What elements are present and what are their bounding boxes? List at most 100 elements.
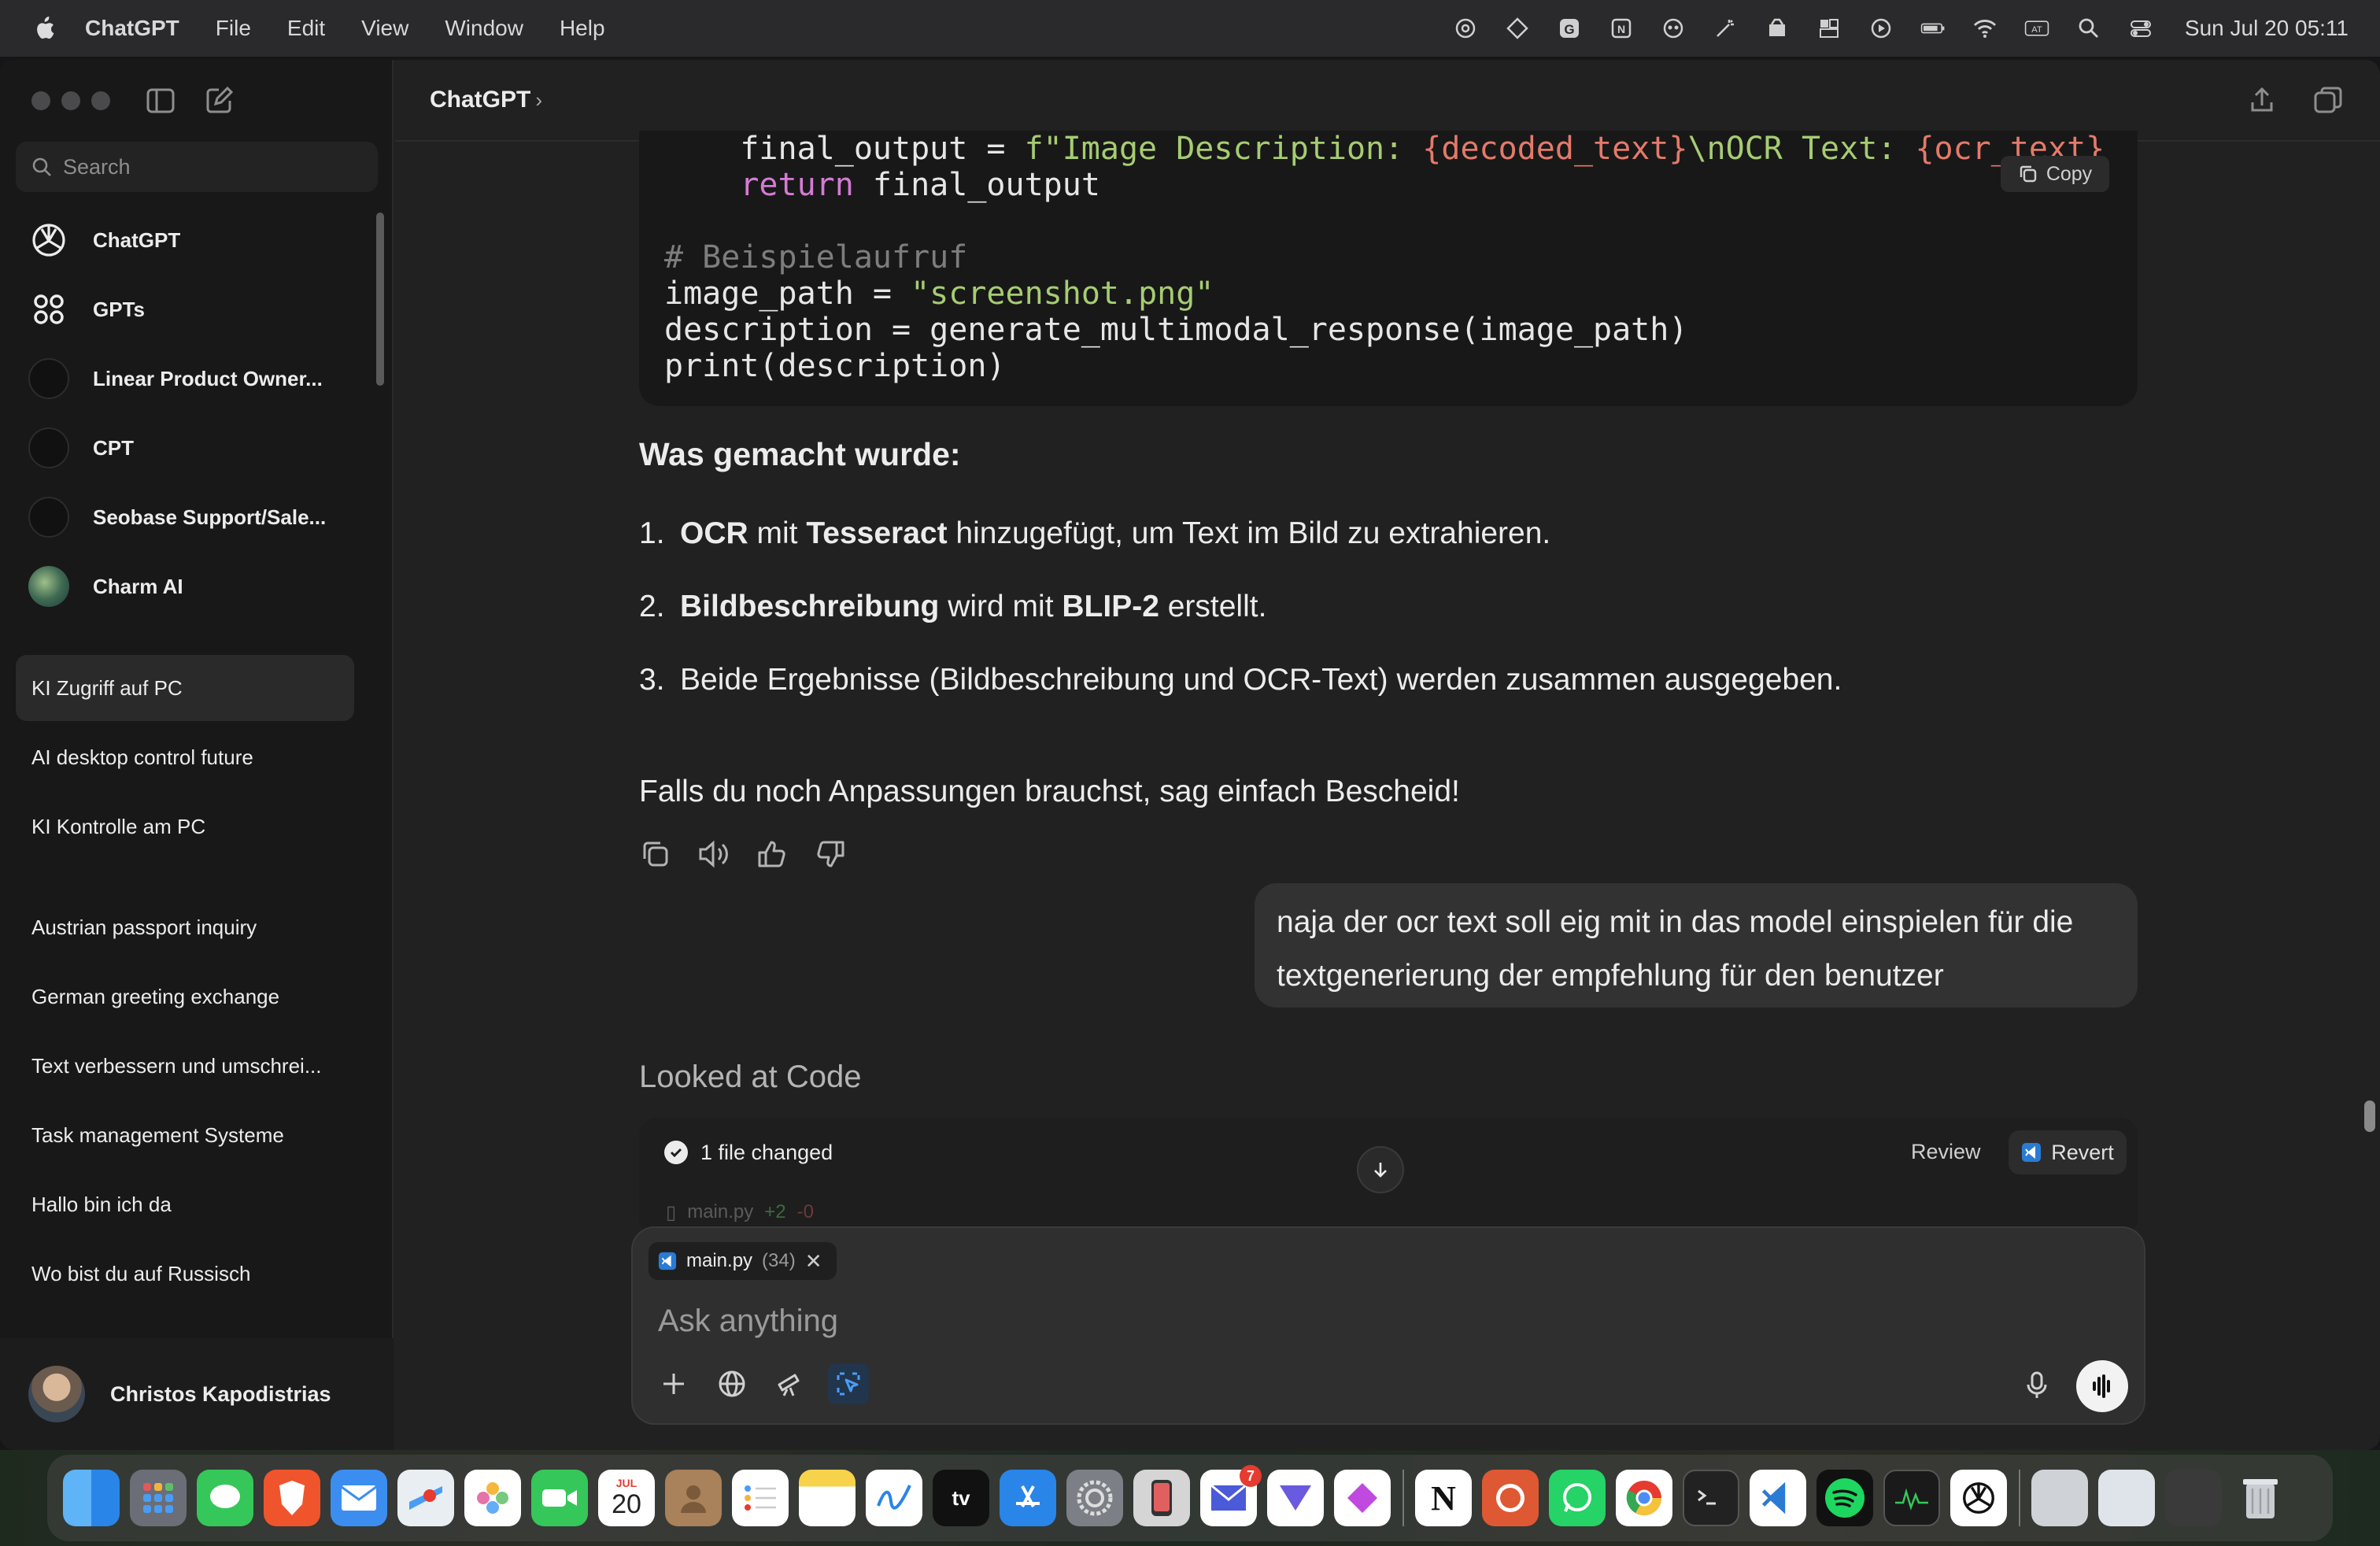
review-button[interactable]: Review	[1911, 1140, 1981, 1164]
scroll-to-bottom-button[interactable]	[1357, 1146, 1404, 1193]
toggle-sidebar-icon[interactable]	[145, 85, 176, 117]
notion-icon[interactable]: N	[1415, 1470, 1472, 1526]
documents-stack-icon[interactable]	[2098, 1470, 2155, 1526]
wand-tray-icon[interactable]	[1713, 16, 1738, 41]
sidebar-item-cpt[interactable]: CPT	[0, 419, 394, 477]
apple-tv-icon[interactable]: tv	[933, 1470, 989, 1526]
iphone-mirroring-icon[interactable]	[1133, 1470, 1190, 1526]
sidebar-item-chatgpt[interactable]: ChatGPT	[0, 211, 394, 269]
terminal-icon[interactable]	[1683, 1470, 1739, 1526]
new-window-icon[interactable]	[2312, 85, 2344, 117]
remove-attachment-icon[interactable]: ✕	[805, 1249, 822, 1274]
attachment-chip[interactable]: main.py (34) ✕	[649, 1242, 837, 1280]
reminders-icon[interactable]	[732, 1470, 789, 1526]
new-chat-icon[interactable]	[203, 85, 235, 117]
input-source-icon[interactable]: AT	[2024, 16, 2049, 41]
notes-icon[interactable]	[799, 1470, 856, 1526]
layout-tray-icon[interactable]	[1816, 16, 1842, 41]
copy-code-button[interactable]: Copy	[2001, 156, 2109, 192]
downloads-stack-icon[interactable]	[2031, 1470, 2088, 1526]
wifi-icon[interactable]	[1972, 16, 1998, 41]
work-with-apps-icon[interactable]	[828, 1363, 869, 1404]
finder-icon[interactable]	[63, 1470, 120, 1526]
photos-icon[interactable]	[464, 1470, 521, 1526]
system-settings-icon[interactable]	[1066, 1470, 1123, 1526]
brave-browser-icon[interactable]	[264, 1470, 320, 1526]
chat-item[interactable]: German greeting exchange	[16, 963, 354, 1030]
battery-icon[interactable]	[1920, 16, 1946, 41]
minimize-window-button[interactable]	[61, 91, 80, 110]
screenshots-stack-icon[interactable]	[2165, 1470, 2222, 1526]
control-center-icon[interactable]	[2128, 16, 2153, 41]
copilot-tray-icon[interactable]	[1661, 16, 1686, 41]
shortcuts-icon[interactable]	[1334, 1470, 1391, 1526]
package-tray-icon[interactable]	[1765, 16, 1790, 41]
linear-icon[interactable]	[1267, 1470, 1324, 1526]
mail-icon[interactable]	[331, 1470, 387, 1526]
thumbs-down-icon[interactable]	[814, 838, 847, 871]
maps-icon[interactable]	[397, 1470, 454, 1526]
calendar-icon[interactable]: JUL 20	[598, 1470, 655, 1526]
menu-edit[interactable]: Edit	[287, 16, 325, 41]
facetime-icon[interactable]	[531, 1470, 588, 1526]
spotify-icon[interactable]	[1816, 1470, 1873, 1526]
chevron-right-icon[interactable]: ›	[535, 88, 542, 113]
apple-icon[interactable]	[31, 14, 57, 43]
messages-icon[interactable]	[197, 1470, 253, 1526]
chat-scrollbar[interactable]	[2364, 1100, 2375, 1132]
vscode-app-icon[interactable]	[1750, 1470, 1806, 1526]
contacts-icon[interactable]	[665, 1470, 722, 1526]
menu-file[interactable]: File	[216, 16, 251, 41]
trash-icon[interactable]	[2232, 1470, 2289, 1526]
sidebar-item-linear-product-owner[interactable]: Linear Product Owner...	[0, 350, 394, 408]
launchpad-icon[interactable]	[130, 1470, 187, 1526]
spark-mail-icon[interactable]: 7	[1200, 1465, 1262, 1526]
plus-icon[interactable]	[653, 1363, 694, 1404]
chat-item[interactable]: Text verbessern und umschrei...	[16, 1033, 354, 1099]
freeform-icon[interactable]	[866, 1470, 922, 1526]
model-selector[interactable]: ChatGPT	[430, 87, 530, 113]
voice-mode-button[interactable]	[2076, 1360, 2128, 1412]
chat-item[interactable]: KI Zugriff auf PC	[16, 655, 354, 721]
changed-file-row[interactable]: ▯ main.py +2 -0	[666, 1201, 814, 1224]
chat-item[interactable]: KI Kontrolle am PC	[16, 793, 354, 860]
sidebar-item-charm-ai[interactable]: Charm AI	[0, 557, 394, 616]
menu-view[interactable]: View	[361, 16, 408, 41]
menu-app-name[interactable]: ChatGPT	[85, 16, 179, 41]
chat-item[interactable]: Austrian passport inquiry	[16, 894, 354, 960]
grammarly-tray-icon[interactable]: G	[1557, 16, 1582, 41]
microphone-icon[interactable]	[2020, 1368, 2054, 1403]
globe-icon[interactable]	[711, 1363, 752, 1404]
app-store-icon[interactable]	[1000, 1470, 1056, 1526]
share-icon[interactable]	[2246, 85, 2278, 117]
menu-window[interactable]: Window	[445, 16, 523, 41]
zoom-window-button[interactable]	[91, 91, 110, 110]
activity-monitor-icon[interactable]	[1883, 1470, 1940, 1526]
sidebar-scrollbar[interactable]	[376, 213, 384, 386]
user-account-button[interactable]: Christos Kapodistrias	[0, 1338, 394, 1450]
menu-clock[interactable]: Sun Jul 20 05:11	[2185, 16, 2349, 41]
duckduckgo-icon[interactable]	[1482, 1470, 1539, 1526]
chat-item[interactable]: AI desktop control future	[16, 724, 354, 790]
menu-help[interactable]: Help	[560, 16, 605, 41]
chat-item[interactable]: Wo bist du auf Russisch	[16, 1241, 354, 1307]
chatgpt-tray-icon[interactable]	[1453, 16, 1478, 41]
notion-tray-icon[interactable]: N	[1609, 16, 1634, 41]
sidebar-item-seobase[interactable]: Seobase Support/Sale...	[0, 488, 394, 546]
chat-item[interactable]: Hallo bin ich da	[16, 1171, 354, 1237]
sidebar-item-gpts[interactable]: GPTs	[0, 280, 394, 338]
chat-item[interactable]: Task management Systeme	[16, 1102, 354, 1168]
play-tray-icon[interactable]	[1868, 16, 1894, 41]
close-window-button[interactable]	[31, 91, 50, 110]
revert-button[interactable]: Revert	[2009, 1130, 2127, 1174]
chrome-icon[interactable]	[1616, 1470, 1672, 1526]
whatsapp-icon[interactable]	[1549, 1470, 1606, 1526]
telescope-icon[interactable]	[770, 1363, 811, 1404]
tool-status[interactable]: Looked at Code	[639, 1060, 861, 1095]
read-aloud-icon[interactable]	[697, 838, 730, 871]
chatgpt-app-icon[interactable]	[1950, 1470, 2007, 1526]
diamond-tray-icon[interactable]	[1505, 16, 1530, 41]
thumbs-up-icon[interactable]	[756, 838, 789, 871]
spotlight-icon[interactable]	[2076, 16, 2101, 41]
copy-message-icon[interactable]	[639, 838, 672, 871]
